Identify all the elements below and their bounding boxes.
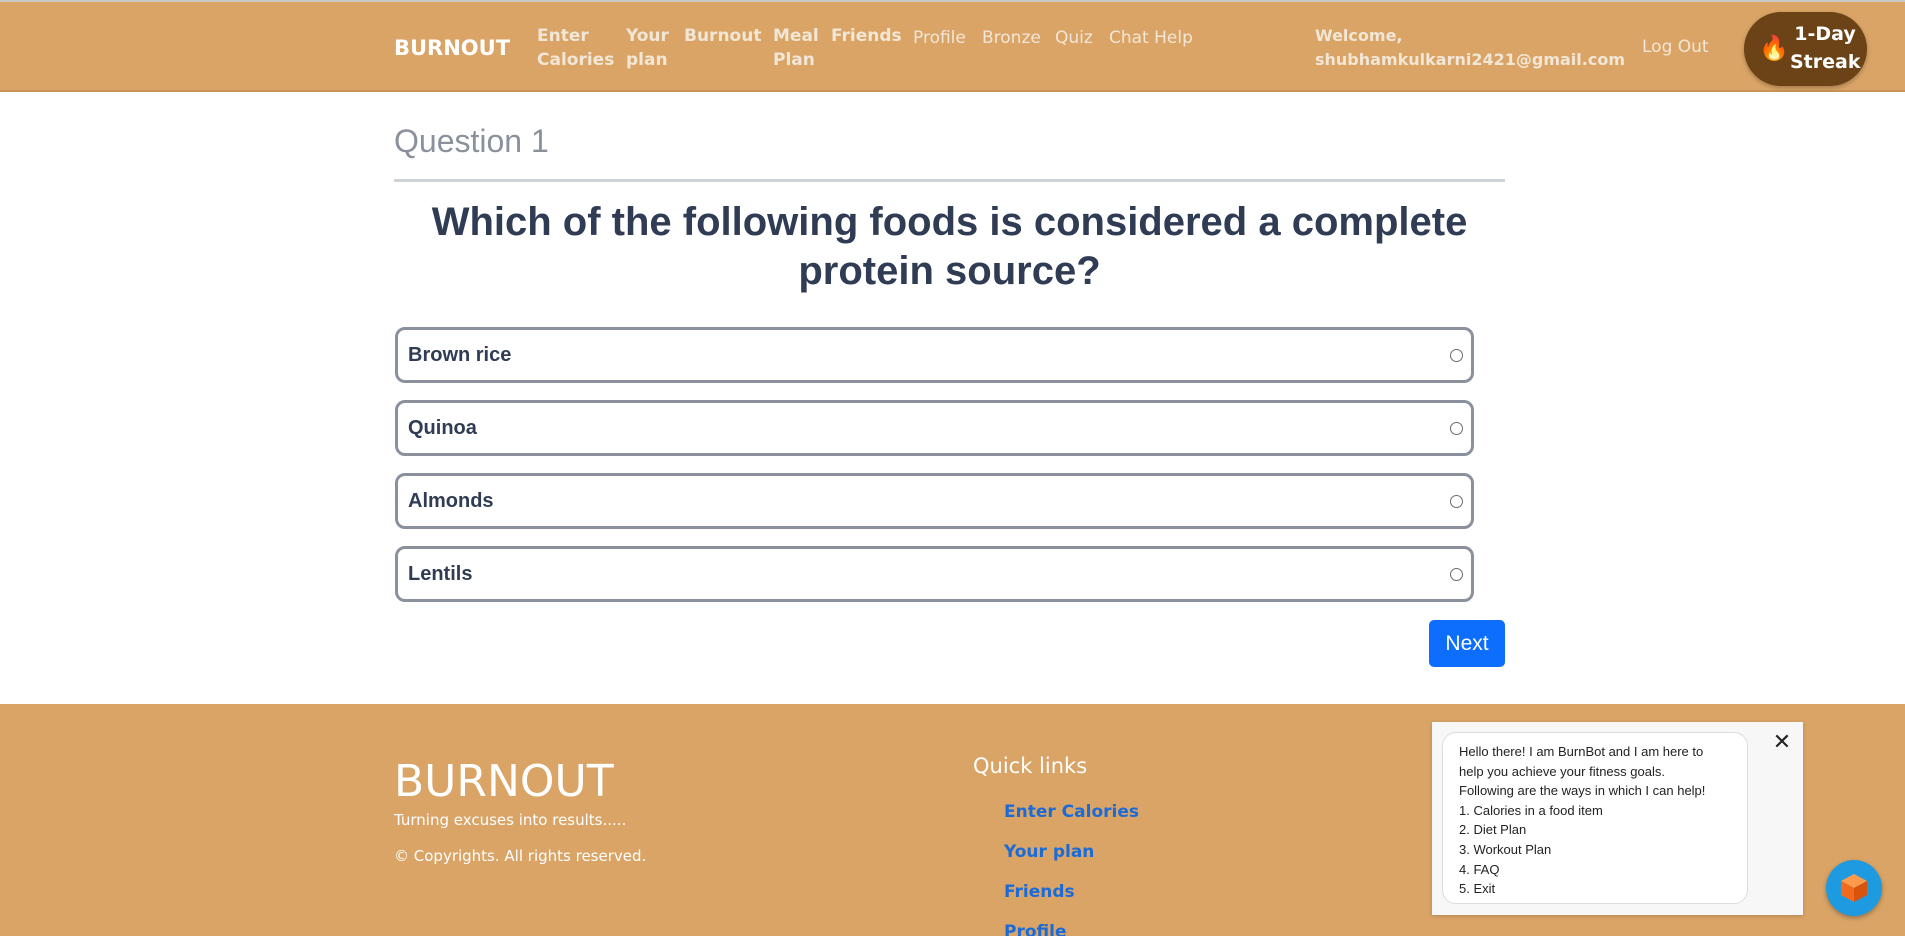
radio-button[interactable] bbox=[1450, 568, 1463, 581]
radio-button[interactable] bbox=[1450, 495, 1463, 508]
chatbot-message-line: help you achieve your fitness goals. bbox=[1459, 763, 1665, 779]
chatbot-message-line: Following are the ways in which I can he… bbox=[1459, 783, 1706, 799]
question-divider bbox=[394, 179, 1505, 182]
nav-label-line1: Enter bbox=[537, 26, 589, 46]
radio-button[interactable] bbox=[1450, 349, 1463, 362]
quick-link-friends[interactable]: Friends bbox=[1004, 882, 1075, 902]
nav-quiz[interactable]: Quiz bbox=[1055, 26, 1093, 50]
question-text: Which of the following foods is consider… bbox=[431, 200, 1468, 293]
streak-badge[interactable]: 🔥 1-Day Streak bbox=[1744, 12, 1867, 86]
quick-link-profile[interactable]: Profile bbox=[1004, 922, 1066, 936]
footer-tagline: Turning excuses into results..... bbox=[394, 811, 627, 829]
footer-copyright: © Copyrights. All rights reserved. bbox=[394, 847, 647, 865]
answer-option[interactable]: Almonds bbox=[395, 473, 1474, 529]
nav-chat-help[interactable]: Chat Help bbox=[1109, 26, 1193, 50]
chatbot-option: 3. Workout Plan bbox=[1459, 841, 1552, 857]
answer-option[interactable]: Lentils bbox=[395, 546, 1474, 602]
answer-option[interactable]: Quinoa bbox=[395, 400, 1474, 456]
welcome-greeting: Welcome, bbox=[1315, 26, 1403, 45]
nav-profile[interactable]: Profile bbox=[913, 26, 966, 50]
radio-button[interactable] bbox=[1450, 422, 1463, 435]
nav-label-line2: Plan bbox=[773, 50, 815, 70]
nav-label-line1: Your bbox=[626, 26, 669, 46]
question-number: Question 1 bbox=[394, 123, 549, 159]
streak-label: Streak bbox=[1790, 51, 1861, 73]
answer-option-label: Lentils bbox=[408, 563, 473, 585]
answer-option-label: Almonds bbox=[408, 490, 494, 512]
brand-logo[interactable]: BURNOUT bbox=[394, 36, 510, 60]
chatbot-launcher-button[interactable] bbox=[1826, 860, 1882, 916]
quick-links-title: Quick links bbox=[973, 754, 1088, 778]
nav-label-line1: Burnout bbox=[684, 26, 762, 46]
nav-label-line2: plan bbox=[626, 50, 668, 70]
nav-burnout[interactable]: Burnout bbox=[684, 24, 761, 48]
streak-text: 1-Day Streak bbox=[1790, 20, 1860, 76]
user-email: shubhamkulkarni2421@gmail.com bbox=[1315, 50, 1625, 69]
nav-label-line1: Meal bbox=[773, 26, 819, 46]
chatbot-message-line: Hello there! I am BurnBot and I am here … bbox=[1459, 744, 1704, 759]
answer-option[interactable]: Brown rice bbox=[395, 327, 1474, 383]
welcome-message: Welcome, shubhamkulkarni2421@gmail.com bbox=[1315, 24, 1635, 72]
nav-enter-calories[interactable]: Enter Calories bbox=[537, 24, 614, 72]
chatbot-message: Hello there! I am BurnBot and I am here … bbox=[1442, 732, 1748, 904]
answer-option-label: Quinoa bbox=[408, 417, 477, 439]
nav-label-line1: Friends bbox=[831, 26, 902, 46]
chatbot-option: 1. Calories in a food item bbox=[1459, 802, 1603, 818]
top-navbar: BURNOUT Enter Calories Your plan Burnout… bbox=[0, 0, 1905, 92]
nav-label-line2: Calories bbox=[537, 50, 615, 70]
quick-link-your-plan[interactable]: Your plan bbox=[1004, 842, 1094, 862]
nav-meal-plan[interactable]: Meal Plan bbox=[773, 24, 819, 72]
chatbot-option: 4. FAQ bbox=[1459, 861, 1500, 877]
quick-link-enter-calories[interactable]: Enter Calories bbox=[1004, 802, 1139, 822]
chatbot-option: 2. Diet Plan bbox=[1459, 822, 1527, 838]
flame-icon: 🔥 bbox=[1759, 35, 1789, 62]
chatbot-option: 5. Exit bbox=[1459, 881, 1496, 897]
nav-friends[interactable]: Friends bbox=[831, 24, 902, 48]
nav-bronze[interactable]: Bronze bbox=[982, 26, 1041, 50]
cube-icon bbox=[1841, 874, 1867, 902]
chatbot-panel: Hello there! I am BurnBot and I am here … bbox=[1432, 722, 1803, 915]
answer-option-label: Brown rice bbox=[408, 344, 512, 366]
next-button[interactable]: Next bbox=[1429, 620, 1505, 667]
logout-link[interactable]: Log Out bbox=[1642, 37, 1709, 57]
close-icon[interactable]: ✕ bbox=[1772, 731, 1792, 753]
streak-count: 1-Day bbox=[1794, 23, 1856, 45]
footer-brand: BURNOUT bbox=[394, 756, 614, 807]
nav-your-plan[interactable]: Your plan bbox=[626, 24, 669, 72]
